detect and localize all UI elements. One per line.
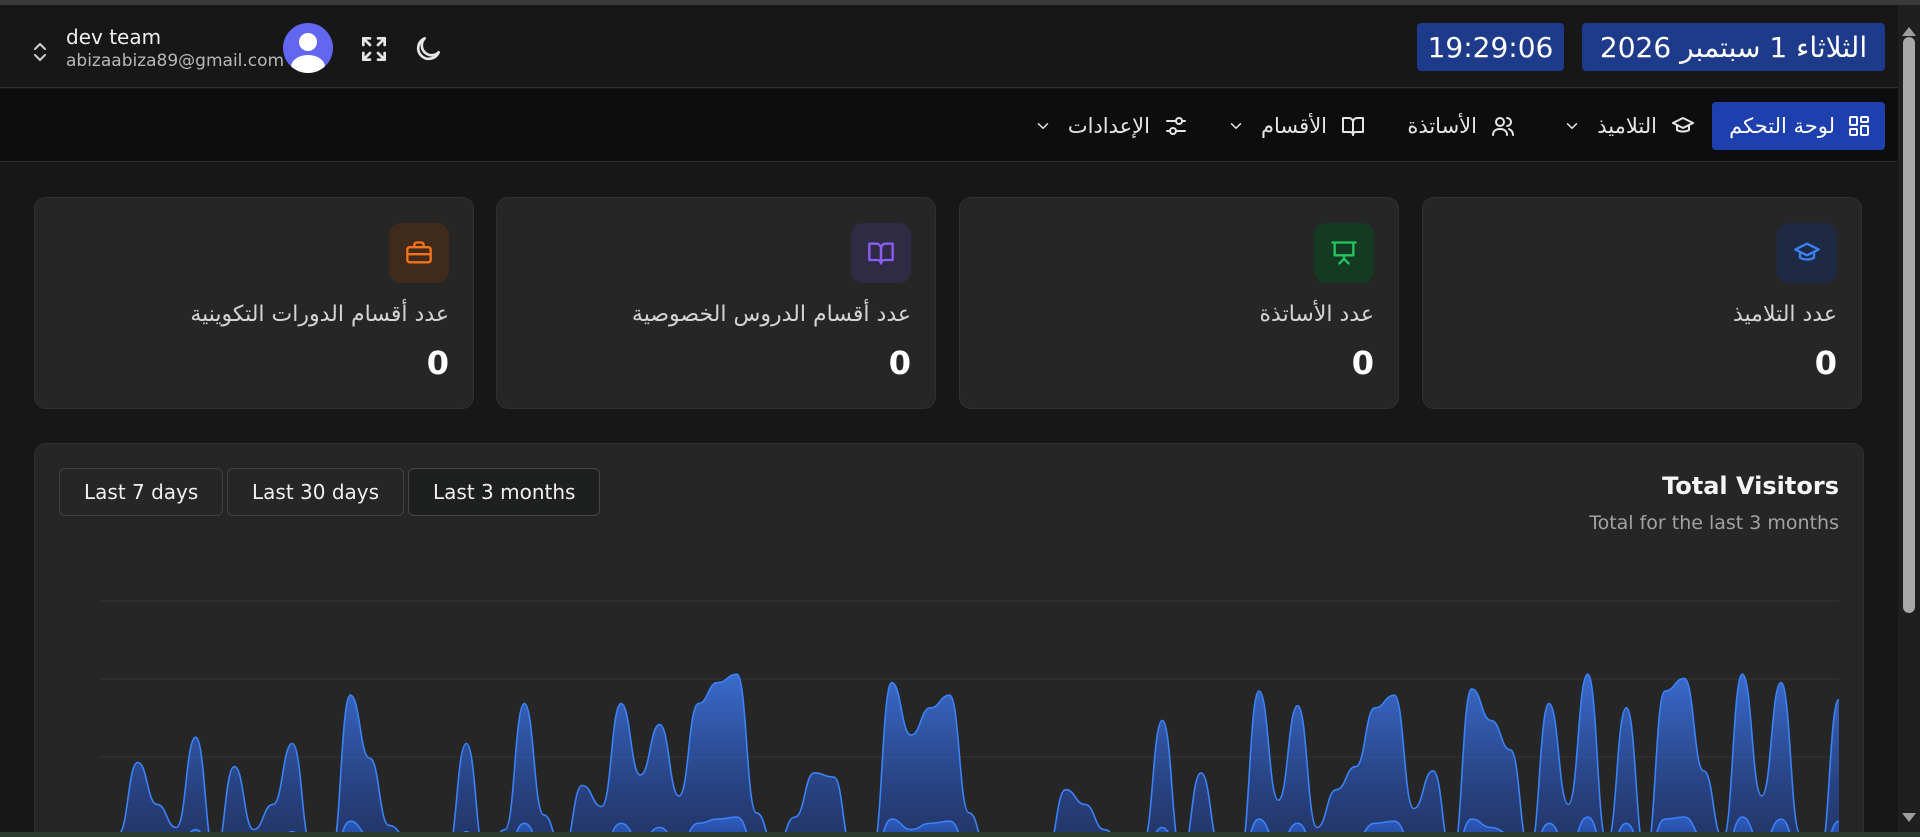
scroll-up-arrow-icon[interactable] — [1902, 27, 1916, 36]
chevron-down-icon — [1567, 123, 1578, 130]
users-icon — [1492, 117, 1514, 136]
nav-item-label: الإعدادات — [1067, 114, 1150, 138]
fullscreen-button[interactable] — [358, 33, 390, 65]
card-icon-box — [1314, 223, 1374, 283]
card-icon-box — [851, 223, 911, 283]
user-avatar-icon — [291, 33, 325, 73]
scroll-down-arrow-icon[interactable] — [1902, 813, 1916, 822]
chart-series — [110, 673, 1840, 837]
top-header: dev team abizaabiza89@gmail.com 19:29:06… — [0, 5, 1898, 88]
dashboard-icon — [1849, 116, 1869, 136]
page-scrollbar[interactable] — [1898, 5, 1920, 832]
nav-item-settings[interactable]: الإعدادات — [1037, 102, 1188, 150]
stat-card-students: عدد التلاميذ 0 — [1422, 197, 1862, 409]
card-label: عدد الأساتذة — [1259, 302, 1374, 327]
nav-item-label: التلاميذ — [1597, 114, 1657, 138]
card-value: 0 — [426, 344, 449, 382]
user-email[interactable]: abizaabiza89@gmail.com — [66, 51, 284, 71]
time-badge: 19:29:06 — [1417, 23, 1564, 71]
nav-item-teachers[interactable]: الأساتذة — [1405, 102, 1515, 150]
avatar[interactable] — [283, 23, 333, 73]
book-open-icon — [868, 242, 894, 265]
sliders-icon — [1166, 117, 1186, 135]
visitors-area-chart — [99, 600, 1840, 837]
theme-toggle-button[interactable] — [412, 33, 444, 65]
card-value: 0 — [1351, 344, 1374, 382]
nav-item-label: الأقسام — [1261, 114, 1327, 138]
card-icon-box — [1777, 223, 1837, 283]
graduation-cap-icon — [1672, 117, 1694, 133]
nav-item-label: الأساتذة — [1407, 114, 1477, 138]
card-value: 0 — [888, 344, 911, 382]
card-label: عدد التلاميذ — [1732, 302, 1837, 327]
moon-icon — [416, 37, 440, 61]
scroll-thumb[interactable] — [1903, 37, 1915, 613]
chevron-down-icon — [1230, 123, 1242, 130]
stat-card-private-lessons: عدد أقسام الدروس الخصوصية 0 — [496, 197, 936, 409]
graduation-cap-icon — [1794, 242, 1820, 261]
briefcase-icon — [406, 241, 432, 264]
range-last-7-days[interactable]: Last 7 days — [59, 468, 224, 516]
stat-card-training-courses: عدد أقسام الدورات التكوينية 0 — [34, 197, 474, 409]
total-visitors-panel: Last 7 days Last 30 days Last 3 months T… — [34, 443, 1864, 837]
book-open-icon — [1342, 117, 1364, 136]
card-value: 0 — [1814, 344, 1837, 382]
nav-item-label: لوحة التحكم — [1729, 114, 1835, 138]
card-icon-box — [389, 223, 449, 283]
main-navigation: لوحة التحكم التلاميذ الأساتذة الأقسام ال… — [0, 89, 1898, 162]
panel-title: Total Visitors — [1662, 472, 1839, 500]
nav-item-students[interactable]: التلاميذ — [1555, 102, 1695, 150]
nav-item-dashboard[interactable]: لوحة التحكم — [1712, 102, 1885, 150]
presentation-icon — [1331, 241, 1357, 265]
panel-subtitle: Total for the last 3 months — [1589, 512, 1839, 534]
card-label: عدد أقسام الدروس الخصوصية — [631, 302, 911, 327]
range-last-30-days[interactable]: Last 30 days — [227, 468, 405, 516]
window-bottom-border — [0, 832, 1920, 837]
chevrons-up-down-icon — [34, 43, 46, 61]
fullscreen-icon — [362, 37, 386, 61]
range-last-3-months[interactable]: Last 3 months — [408, 468, 601, 516]
date-badge: الثلاثاء 1 سبتمبر 2026 — [1582, 23, 1885, 71]
nav-item-sections[interactable]: الأقسام — [1230, 102, 1365, 150]
card-label: عدد أقسام الدورات التكوينية — [190, 302, 449, 327]
chevron-down-icon — [1037, 123, 1049, 130]
user-menu-toggle[interactable] — [32, 41, 48, 63]
stat-card-teachers: عدد الأساتذة 0 — [959, 197, 1399, 409]
user-name[interactable]: dev team — [66, 25, 161, 49]
